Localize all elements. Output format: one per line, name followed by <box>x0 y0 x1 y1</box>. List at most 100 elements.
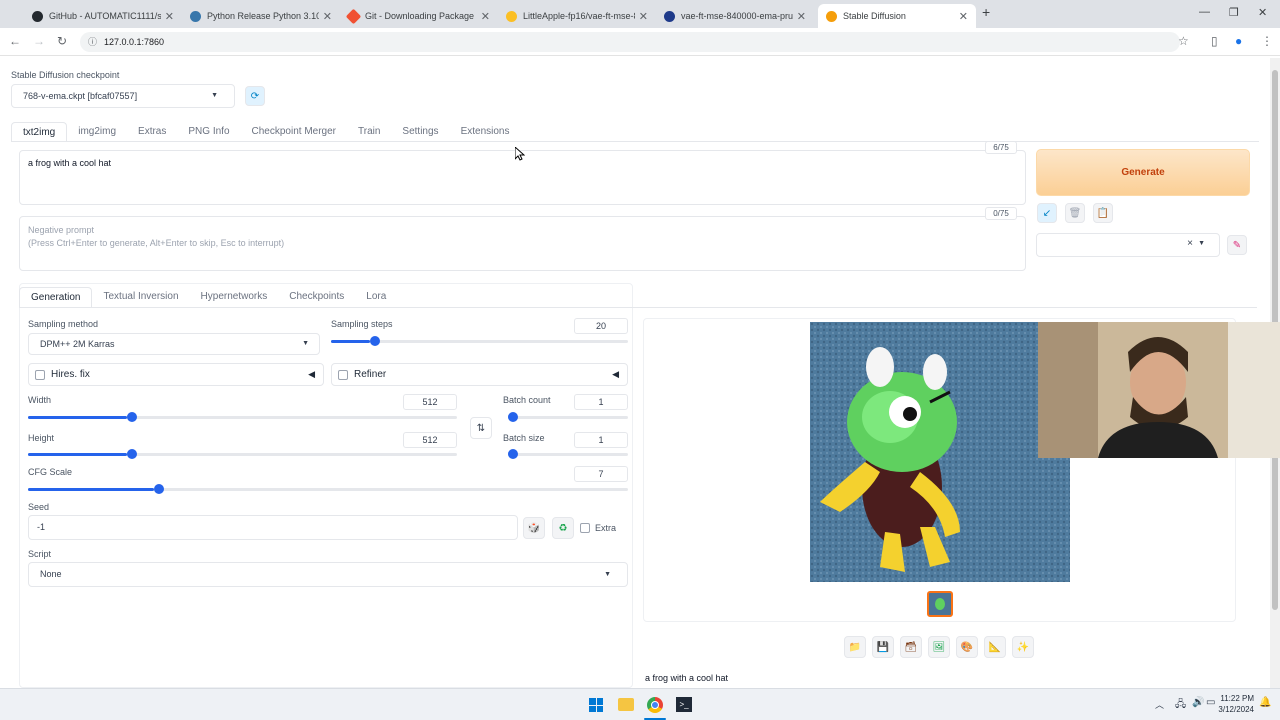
hires-fix-accordion[interactable]: Hires. fix ◀ <box>28 363 324 386</box>
tab-settings[interactable]: Settings <box>391 122 449 142</box>
slider-thumb[interactable] <box>126 449 137 459</box>
restore-icon[interactable]: ❐ <box>1229 6 1239 19</box>
width-input[interactable]: 512 <box>403 394 457 410</box>
hires-fix-checkbox[interactable] <box>35 369 45 380</box>
sampling-steps-input[interactable]: 20 <box>574 318 628 334</box>
zip-button[interactable]: 🗃 <box>900 636 922 658</box>
read-params-button[interactable]: ↙ <box>1037 203 1057 223</box>
tab-textual-inversion[interactable]: Textual Inversion <box>92 287 189 307</box>
forward-icon[interactable]: → <box>33 34 45 48</box>
collapse-arrow-icon[interactable]: ◀ <box>612 369 619 380</box>
tab-png-info[interactable]: PNG Info <box>177 122 240 142</box>
batch-size-input[interactable]: 1 <box>574 432 628 448</box>
reload-icon[interactable]: ↻ <box>57 34 67 48</box>
url-field[interactable]: ⓘ 127.0.0.1:7860 <box>80 32 1180 52</box>
sampling-steps-slider[interactable] <box>331 334 628 348</box>
minimize-icon[interactable]: — <box>1199 6 1210 18</box>
close-icon[interactable]: ✕ <box>165 10 174 23</box>
swap-icon: ⇅ <box>476 422 486 434</box>
profile-icon[interactable]: ● <box>1235 34 1242 48</box>
windows-start-icon[interactable] <box>589 698 603 712</box>
side-panel-icon[interactable]: ▯ <box>1211 34 1218 48</box>
tab-extensions[interactable]: Extensions <box>450 122 521 142</box>
close-icon[interactable]: ✕ <box>797 10 806 23</box>
volume-icon[interactable]: 🔊 <box>1192 697 1204 708</box>
clock[interactable]: 11:22 PM 3/12/2024 <box>1212 693 1254 715</box>
sampling-method-dropdown[interactable]: DPM++ 2M Karras ▼ <box>28 333 320 355</box>
hires-fix-output-button[interactable]: ✨ <box>1012 636 1034 658</box>
checkpoint-dropdown[interactable]: 768-v-ema.ckpt [bfcaf07557] ▼ <box>11 84 235 108</box>
styles-dropdown[interactable]: × ▼ <box>1036 233 1220 257</box>
tab-txt2img[interactable]: txt2img <box>11 122 68 142</box>
chrome-icon[interactable] <box>647 697 663 713</box>
terminal-icon[interactable]: >_ <box>676 697 692 712</box>
extra-seed-option[interactable]: Extra <box>580 523 616 533</box>
window-close-icon[interactable]: ✕ <box>1258 6 1267 19</box>
browser-tab-python[interactable]: Python Release Python 3.10.6 | ✕ <box>182 4 340 28</box>
clock-time: 11:22 PM <box>1220 694 1254 703</box>
height-slider[interactable] <box>28 447 457 461</box>
cfg-scale-input[interactable]: 7 <box>574 466 628 482</box>
seed-input[interactable]: -1 <box>28 515 518 540</box>
close-icon[interactable]: ✕ <box>481 10 490 23</box>
edit-styles-button[interactable]: ✎ <box>1227 235 1247 255</box>
height-input[interactable]: 512 <box>403 432 457 448</box>
collapse-arrow-icon[interactable]: ◀ <box>308 369 315 380</box>
close-icon[interactable]: ✕ <box>323 10 332 23</box>
file-explorer-icon[interactable] <box>618 698 634 711</box>
refresh-checkpoints-button[interactable]: ⟳ <box>245 86 265 106</box>
browser-tab-stable-diffusion[interactable]: Stable Diffusion ✕ <box>818 4 976 28</box>
browser-tab-git[interactable]: Git - Downloading Package ✕ <box>340 4 498 28</box>
browser-tab-huggingface[interactable]: LittleApple-fp16/vae-ft-mse-84 ✕ <box>498 4 656 28</box>
close-icon[interactable]: ✕ <box>959 10 968 23</box>
extra-checkbox[interactable] <box>580 523 590 533</box>
tab-lora[interactable]: Lora <box>355 287 397 307</box>
script-dropdown[interactable]: None ▼ <box>28 562 628 587</box>
slider-thumb[interactable] <box>508 449 518 459</box>
batch-size-slider[interactable] <box>508 447 628 461</box>
tab-checkpoints[interactable]: Checkpoints <box>278 287 355 307</box>
generate-button[interactable]: Generate <box>1036 149 1250 196</box>
negative-prompt-textarea[interactable]: Negative prompt (Press Ctrl+Enter to gen… <box>19 216 1026 271</box>
tab-checkpoint-merger[interactable]: Checkpoint Merger <box>241 122 347 142</box>
slider-thumb[interactable] <box>508 412 518 422</box>
notification-bell-icon[interactable]: 🔔 <box>1259 697 1271 708</box>
clear-icon[interactable]: × <box>1187 238 1193 249</box>
tab-img2img[interactable]: img2img <box>67 122 127 142</box>
bookmark-star-icon[interactable]: ☆ <box>1178 34 1189 48</box>
tab-train[interactable]: Train <box>347 122 391 142</box>
new-tab-icon[interactable]: + <box>982 4 990 20</box>
slider-thumb[interactable] <box>369 336 380 346</box>
tab-generation[interactable]: Generation <box>19 287 93 307</box>
slider-thumb[interactable] <box>126 412 137 422</box>
tab-hypernetworks[interactable]: Hypernetworks <box>190 287 279 307</box>
network-icon[interactable]: 🖧 <box>1175 697 1186 714</box>
clear-prompt-button[interactable]: 🗑 <box>1065 203 1085 223</box>
random-seed-button[interactable]: 🎲 <box>523 517 545 539</box>
browser-tab-github[interactable]: GitHub - AUTOMATIC1111/stab ✕ <box>24 4 182 28</box>
slider-thumb[interactable] <box>154 484 164 494</box>
apply-style-button[interactable]: 📋 <box>1093 203 1113 223</box>
refiner-accordion[interactable]: Refiner ◀ <box>331 363 628 386</box>
gallery-thumbnail[interactable] <box>927 591 953 617</box>
send-to-extras-button[interactable]: 📐 <box>984 636 1006 658</box>
reuse-seed-button[interactable]: ♻ <box>552 517 574 539</box>
cfg-scale-slider[interactable] <box>28 482 628 496</box>
tab-extras[interactable]: Extras <box>127 122 177 142</box>
batch-count-slider[interactable] <box>508 410 628 424</box>
send-to-inpaint-button[interactable]: 🎨 <box>956 636 978 658</box>
menu-icon[interactable]: ⋮ <box>1261 34 1273 48</box>
send-to-img2img-button[interactable]: 🖼 <box>928 636 950 658</box>
batch-count-input[interactable]: 1 <box>574 394 628 410</box>
close-icon[interactable]: ✕ <box>639 10 648 23</box>
browser-tab-vae[interactable]: vae-ft-mse-840000-ema-prune ✕ <box>656 4 814 28</box>
tray-chevron-icon[interactable]: ︿ <box>1155 698 1164 711</box>
generated-image[interactable] <box>810 322 1070 582</box>
open-folder-button[interactable]: 📁 <box>844 636 866 658</box>
webcam-overlay <box>1038 322 1280 458</box>
swap-dimensions-button[interactable]: ⇅ <box>470 417 492 439</box>
width-slider[interactable] <box>28 410 457 424</box>
refiner-checkbox[interactable] <box>338 369 348 380</box>
save-button[interactable]: 💾 <box>872 636 894 658</box>
back-icon[interactable]: ← <box>9 34 21 48</box>
